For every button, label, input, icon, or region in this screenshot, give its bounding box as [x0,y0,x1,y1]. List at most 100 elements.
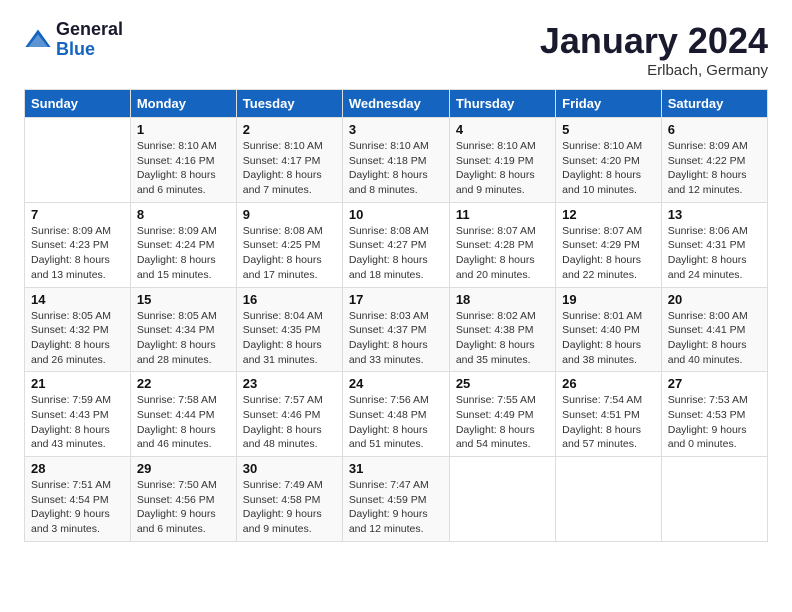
calendar-cell: 23Sunrise: 7:57 AM Sunset: 4:46 PM Dayli… [236,372,342,457]
weekday-header: Monday [130,90,236,118]
day-info: Sunrise: 8:08 AM Sunset: 4:27 PM Dayligh… [349,224,443,283]
day-number: 27 [668,376,761,391]
day-info: Sunrise: 8:09 AM Sunset: 4:24 PM Dayligh… [137,224,230,283]
logo-icon [24,26,52,54]
calendar-cell [661,457,767,542]
day-number: 6 [668,122,761,137]
calendar-week-row: 1Sunrise: 8:10 AM Sunset: 4:16 PM Daylig… [25,118,768,203]
calendar-week-row: 7 Sunrise: 8:09 AM Sunset: 4:23 PM Daylig… [25,202,768,287]
day-info: Sunrise: 7:55 AM Sunset: 4:49 PM Dayligh… [456,393,549,452]
day-info: Sunrise: 7:50 AM Sunset: 4:56 PM Dayligh… [137,478,230,537]
day-number: 13 [668,207,761,222]
calendar-cell: 17 Sunrise: 8:03 AM Sunset: 4:37 PM Dayli… [342,287,449,372]
day-info: Sunrise: 7:59 AM Sunset: 4:43 PM Dayligh… [31,393,124,452]
calendar-cell: 7 Sunrise: 8:09 AM Sunset: 4:23 PM Daylig… [25,202,131,287]
weekday-header: Wednesday [342,90,449,118]
calendar-week-row: 14 Sunrise: 8:05 AM Sunset: 4:32 PM Dayli… [25,287,768,372]
day-number: 14 [31,292,124,307]
day-info: Sunrise: 8:10 AM Sunset: 4:17 PM Dayligh… [243,139,336,198]
day-number: 16 [243,292,336,307]
day-number: 26 [562,376,655,391]
day-info: Sunrise: 8:09 AM Sunset: 4:23 PM Dayligh… [31,224,124,283]
day-number: 17 [349,292,443,307]
calendar-cell [556,457,662,542]
calendar-cell: 29Sunrise: 7:50 AM Sunset: 4:56 PM Dayli… [130,457,236,542]
calendar-table: SundayMondayTuesdayWednesdayThursdayFrid… [24,89,768,542]
calendar-week-row: 28Sunrise: 7:51 AM Sunset: 4:54 PM Dayli… [25,457,768,542]
day-number: 8 [137,207,230,222]
calendar-cell: 18 Sunrise: 8:02 AM Sunset: 4:38 PM Dayli… [449,287,555,372]
day-info: Sunrise: 7:47 AM Sunset: 4:59 PM Dayligh… [349,478,443,537]
calendar-cell: 16 Sunrise: 8:04 AM Sunset: 4:35 PM Dayli… [236,287,342,372]
day-number: 12 [562,207,655,222]
day-info: Sunrise: 8:04 AM Sunset: 4:35 PM Dayligh… [243,309,336,368]
day-info: Sunrise: 8:10 AM Sunset: 4:16 PM Dayligh… [137,139,230,198]
day-info: Sunrise: 8:10 AM Sunset: 4:18 PM Dayligh… [349,139,443,198]
day-info: Sunrise: 8:06 AM Sunset: 4:31 PM Dayligh… [668,224,761,283]
calendar-week-row: 21Sunrise: 7:59 AM Sunset: 4:43 PM Dayli… [25,372,768,457]
day-number: 19 [562,292,655,307]
day-number: 23 [243,376,336,391]
day-number: 2 [243,122,336,137]
calendar-cell [25,118,131,203]
calendar-cell: 5 Sunrise: 8:10 AM Sunset: 4:20 PM Daylig… [556,118,662,203]
day-info: Sunrise: 8:03 AM Sunset: 4:37 PM Dayligh… [349,309,443,368]
calendar-cell: 21Sunrise: 7:59 AM Sunset: 4:43 PM Dayli… [25,372,131,457]
day-info: Sunrise: 7:56 AM Sunset: 4:48 PM Dayligh… [349,393,443,452]
day-number: 10 [349,207,443,222]
calendar-cell: 6 Sunrise: 8:09 AM Sunset: 4:22 PM Daylig… [661,118,767,203]
weekday-header: Sunday [25,90,131,118]
logo: General Blue [24,20,123,60]
day-info: Sunrise: 8:07 AM Sunset: 4:29 PM Dayligh… [562,224,655,283]
day-info: Sunrise: 8:05 AM Sunset: 4:32 PM Dayligh… [31,309,124,368]
calendar-cell: 4 Sunrise: 8:10 AM Sunset: 4:19 PM Daylig… [449,118,555,203]
day-number: 5 [562,122,655,137]
day-number: 22 [137,376,230,391]
day-info: Sunrise: 8:05 AM Sunset: 4:34 PM Dayligh… [137,309,230,368]
day-number: 20 [668,292,761,307]
calendar-cell: 14 Sunrise: 8:05 AM Sunset: 4:32 PM Dayli… [25,287,131,372]
day-info: Sunrise: 8:09 AM Sunset: 4:22 PM Dayligh… [668,139,761,198]
weekday-header: Thursday [449,90,555,118]
day-number: 30 [243,461,336,476]
calendar-cell: 15 Sunrise: 8:05 AM Sunset: 4:34 PM Dayli… [130,287,236,372]
calendar-cell: 13 Sunrise: 8:06 AM Sunset: 4:31 PM Dayli… [661,202,767,287]
logo-general: General [56,20,123,40]
calendar-cell: 9Sunrise: 8:08 AM Sunset: 4:25 PM Daylig… [236,202,342,287]
calendar-cell: 28Sunrise: 7:51 AM Sunset: 4:54 PM Dayli… [25,457,131,542]
weekday-header: Saturday [661,90,767,118]
calendar-cell: 25 Sunrise: 7:55 AM Sunset: 4:49 PM Dayli… [449,372,555,457]
day-number: 7 [31,207,124,222]
day-number: 18 [456,292,549,307]
calendar-cell: 20Sunrise: 8:00 AM Sunset: 4:41 PM Dayli… [661,287,767,372]
page-header: General Blue January 2024 Erlbach, Germa… [24,20,768,79]
calendar-cell: 10 Sunrise: 8:08 AM Sunset: 4:27 PM Dayli… [342,202,449,287]
day-info: Sunrise: 8:08 AM Sunset: 4:25 PM Dayligh… [243,224,336,283]
calendar-cell: 12 Sunrise: 8:07 AM Sunset: 4:29 PM Dayli… [556,202,662,287]
calendar-cell: 1Sunrise: 8:10 AM Sunset: 4:16 PM Daylig… [130,118,236,203]
day-number: 15 [137,292,230,307]
day-info: Sunrise: 7:51 AM Sunset: 4:54 PM Dayligh… [31,478,124,537]
day-number: 25 [456,376,549,391]
day-number: 4 [456,122,549,137]
day-info: Sunrise: 8:10 AM Sunset: 4:19 PM Dayligh… [456,139,549,198]
day-info: Sunrise: 7:54 AM Sunset: 4:51 PM Dayligh… [562,393,655,452]
day-number: 31 [349,461,443,476]
calendar-header-row: SundayMondayTuesdayWednesdayThursdayFrid… [25,90,768,118]
day-info: Sunrise: 7:53 AM Sunset: 4:53 PM Dayligh… [668,393,761,452]
day-info: Sunrise: 8:02 AM Sunset: 4:38 PM Dayligh… [456,309,549,368]
day-info: Sunrise: 7:49 AM Sunset: 4:58 PM Dayligh… [243,478,336,537]
month-title: January 2024 [540,20,768,62]
day-info: Sunrise: 8:10 AM Sunset: 4:20 PM Dayligh… [562,139,655,198]
day-number: 11 [456,207,549,222]
weekday-header: Tuesday [236,90,342,118]
calendar-cell: 30 Sunrise: 7:49 AM Sunset: 4:58 PM Dayli… [236,457,342,542]
calendar-cell: 24Sunrise: 7:56 AM Sunset: 4:48 PM Dayli… [342,372,449,457]
calendar-cell: 3 Sunrise: 8:10 AM Sunset: 4:18 PM Daylig… [342,118,449,203]
logo-blue: Blue [56,40,123,60]
calendar-cell [449,457,555,542]
day-number: 3 [349,122,443,137]
logo-text: General Blue [56,20,123,60]
calendar-cell: 11Sunrise: 8:07 AM Sunset: 4:28 PM Dayli… [449,202,555,287]
calendar-cell: 27 Sunrise: 7:53 AM Sunset: 4:53 PM Dayli… [661,372,767,457]
